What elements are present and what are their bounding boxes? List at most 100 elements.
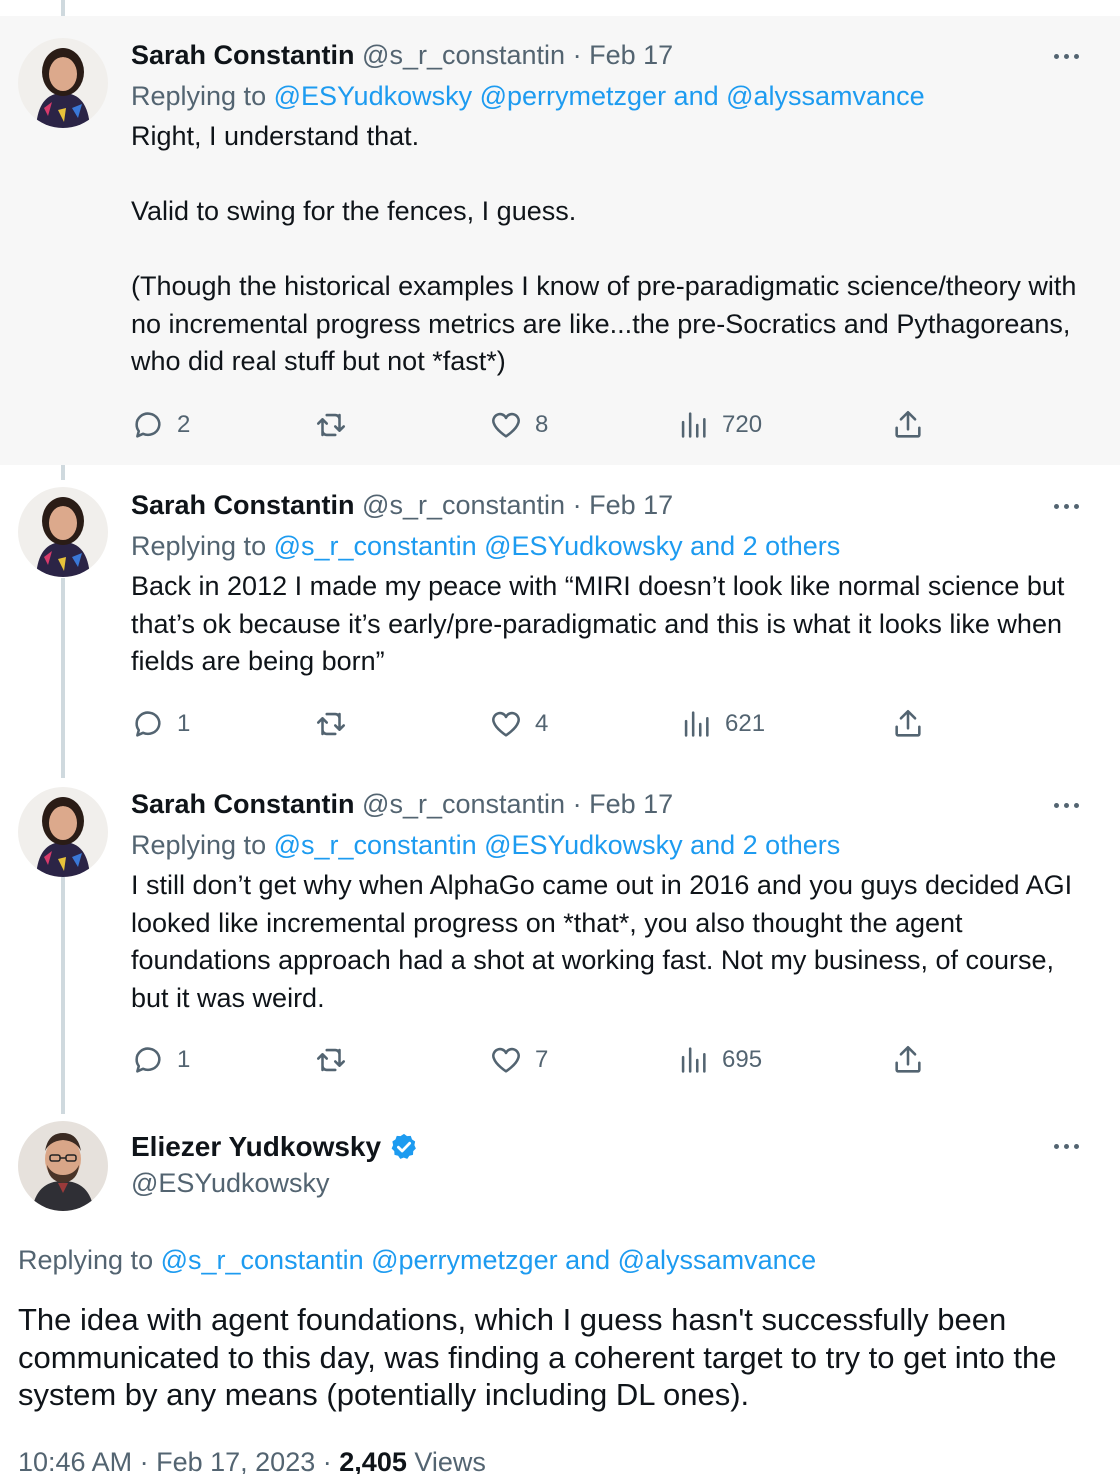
views-button[interactable]: 720 [676,405,762,445]
separator: · [572,40,582,70]
like-button[interactable]: 7 [489,1040,548,1080]
heart-icon [492,1047,520,1073]
tweet-date[interactable]: Feb 17 [589,40,673,70]
action-bar: 1 7 695 [131,1040,931,1080]
share-icon [895,1045,921,1073]
author-handle[interactable]: @ESYudkowsky [131,1166,330,1200]
more-options-icon[interactable] [1046,793,1086,817]
avatar[interactable] [18,487,108,577]
reply-button[interactable]: 1 [131,1040,190,1080]
replying-to: Replying to @ESYudkowsky @perrymetzger a… [131,79,925,113]
reply-button[interactable]: 1 [131,704,190,744]
avatar[interactable] [18,1121,108,1211]
reply-button[interactable]: 2 [131,405,190,445]
reply-icon [135,711,161,737]
views-count: 2,405 [339,1447,407,1474]
tweet-date[interactable]: Feb 17, 2023 [156,1447,315,1474]
tweet-date[interactable]: Feb 17 [589,789,673,819]
tweet-header: Sarah Constantin @s_r_constantin · Feb 1… [131,488,673,522]
reply-icon [135,1047,161,1073]
author-name[interactable]: Sarah Constantin [131,789,355,819]
replying-to-links[interactable]: @s_r_constantin @perrymetzger and @alyss… [161,1245,817,1275]
tweet-header: Sarah Constantin @s_r_constantin · Feb 1… [131,38,673,72]
retweet-icon [316,413,346,437]
view-count: 695 [722,1046,763,1073]
tweet-footer: 10:46 AM · Feb 17, 2023 · 2,405 Views [18,1445,486,1474]
more-options-icon[interactable] [1046,44,1086,68]
replying-to: Replying to @s_r_constantin @ESYudkowsky… [131,828,840,862]
views-chart-icon [684,711,709,737]
heart-icon [492,412,520,438]
like-count: 7 [535,1046,549,1073]
tweet[interactable]: Sarah Constantin @s_r_constantin · Feb 1… [0,16,1120,465]
share-icon [895,709,921,737]
replying-to: Replying to @s_r_constantin @perrymetzge… [18,1243,816,1277]
like-button[interactable]: 8 [489,405,548,445]
tweet-paragraph: Right, I understand that. [131,121,420,151]
more-options-icon[interactable] [1046,1134,1086,1158]
tweet-paragraph: (Though the historical examples I know o… [131,271,1084,376]
like-count: 8 [535,411,549,438]
action-bar: 2 8 720 [131,405,931,445]
author-handle[interactable]: @s_r_constantin [362,40,565,70]
retweet-button[interactable] [314,704,360,744]
retweet-button[interactable] [314,405,360,445]
retweet-icon [316,712,346,736]
tweet[interactable]: Sarah Constantin @s_r_constantin · Feb 1… [0,771,1120,1107]
author-name-row: Eliezer Yudkowsky [131,1129,419,1165]
reply-count: 1 [177,1046,191,1073]
like-count: 4 [535,710,549,737]
tweet-text: The idea with agent foundations, which I… [18,1302,1057,1412]
author-name[interactable]: Eliezer Yudkowsky [131,1129,381,1165]
author-name[interactable]: Sarah Constantin [131,40,355,70]
verified-badge-icon [391,1133,416,1159]
author-handle[interactable]: @s_r_constantin [362,789,565,819]
share-icon [895,410,921,438]
conversation-thread: Sarah Constantin @s_r_constantin · Feb 1… [0,0,1120,1474]
tweet-time[interactable]: 10:46 AM [18,1447,132,1474]
reply-count: 2 [177,411,191,438]
replying-prefix: Replying to [18,1245,154,1275]
author-handle[interactable]: @s_r_constantin [362,490,565,520]
tweet[interactable]: Sarah Constantin @s_r_constantin · Feb 1… [0,471,1120,771]
view-count: 621 [725,710,766,737]
reply-count: 1 [177,710,191,737]
replying-to-links[interactable]: @s_r_constantin @ESYudkowsky and 2 other… [274,531,841,561]
replying-to-links[interactable]: @ESYudkowsky @perrymetzger and @alyssamv… [274,81,925,111]
view-count: 720 [722,411,763,438]
share-button[interactable] [891,405,925,445]
heart-icon [492,711,520,737]
views-button[interactable]: 695 [676,1040,762,1080]
avatar[interactable] [18,38,108,128]
views-label: Views [414,1447,486,1474]
separator: · [322,1447,332,1474]
retweet-icon [316,1048,346,1072]
tweet-paragraph: Back in 2012 I made my peace with “MIRI … [131,571,1072,676]
separator: · [139,1447,149,1474]
tweet-text: I still don’t get why when AlphaGo came … [131,867,1091,1017]
tweet-date[interactable]: Feb 17 [589,490,673,520]
replying-to-links[interactable]: @s_r_constantin @ESYudkowsky and 2 other… [274,830,841,860]
focused-tweet: Eliezer Yudkowsky @ESYudkowsky Replying … [0,1107,1120,1474]
views-chart-icon [681,412,706,438]
tweet-text: Right, I understand that. Valid to swing… [131,118,1091,381]
replying-prefix: Replying to [131,531,267,561]
like-button[interactable]: 4 [489,704,548,744]
tweet-text: Back in 2012 I made my peace with “MIRI … [131,568,1091,681]
share-button[interactable] [891,1040,925,1080]
avatar[interactable] [18,787,108,877]
reply-icon [135,412,161,438]
tweet-header: Sarah Constantin @s_r_constantin · Feb 1… [131,787,673,821]
views-button[interactable]: 621 [679,704,765,744]
retweet-button[interactable] [314,1040,360,1080]
author-name[interactable]: Sarah Constantin [131,490,355,520]
views-chart-icon [681,1047,706,1073]
share-button[interactable] [891,704,925,744]
tweet-paragraph: Valid to swing for the fences, I guess. [131,196,577,226]
more-options-icon[interactable] [1046,494,1086,518]
replying-prefix: Replying to [131,830,267,860]
separator: · [572,789,582,819]
action-bar: 1 4 621 [131,704,931,744]
replying-prefix: Replying to [131,81,267,111]
tweet-paragraph: I still don’t get why when AlphaGo came … [131,870,1080,1013]
